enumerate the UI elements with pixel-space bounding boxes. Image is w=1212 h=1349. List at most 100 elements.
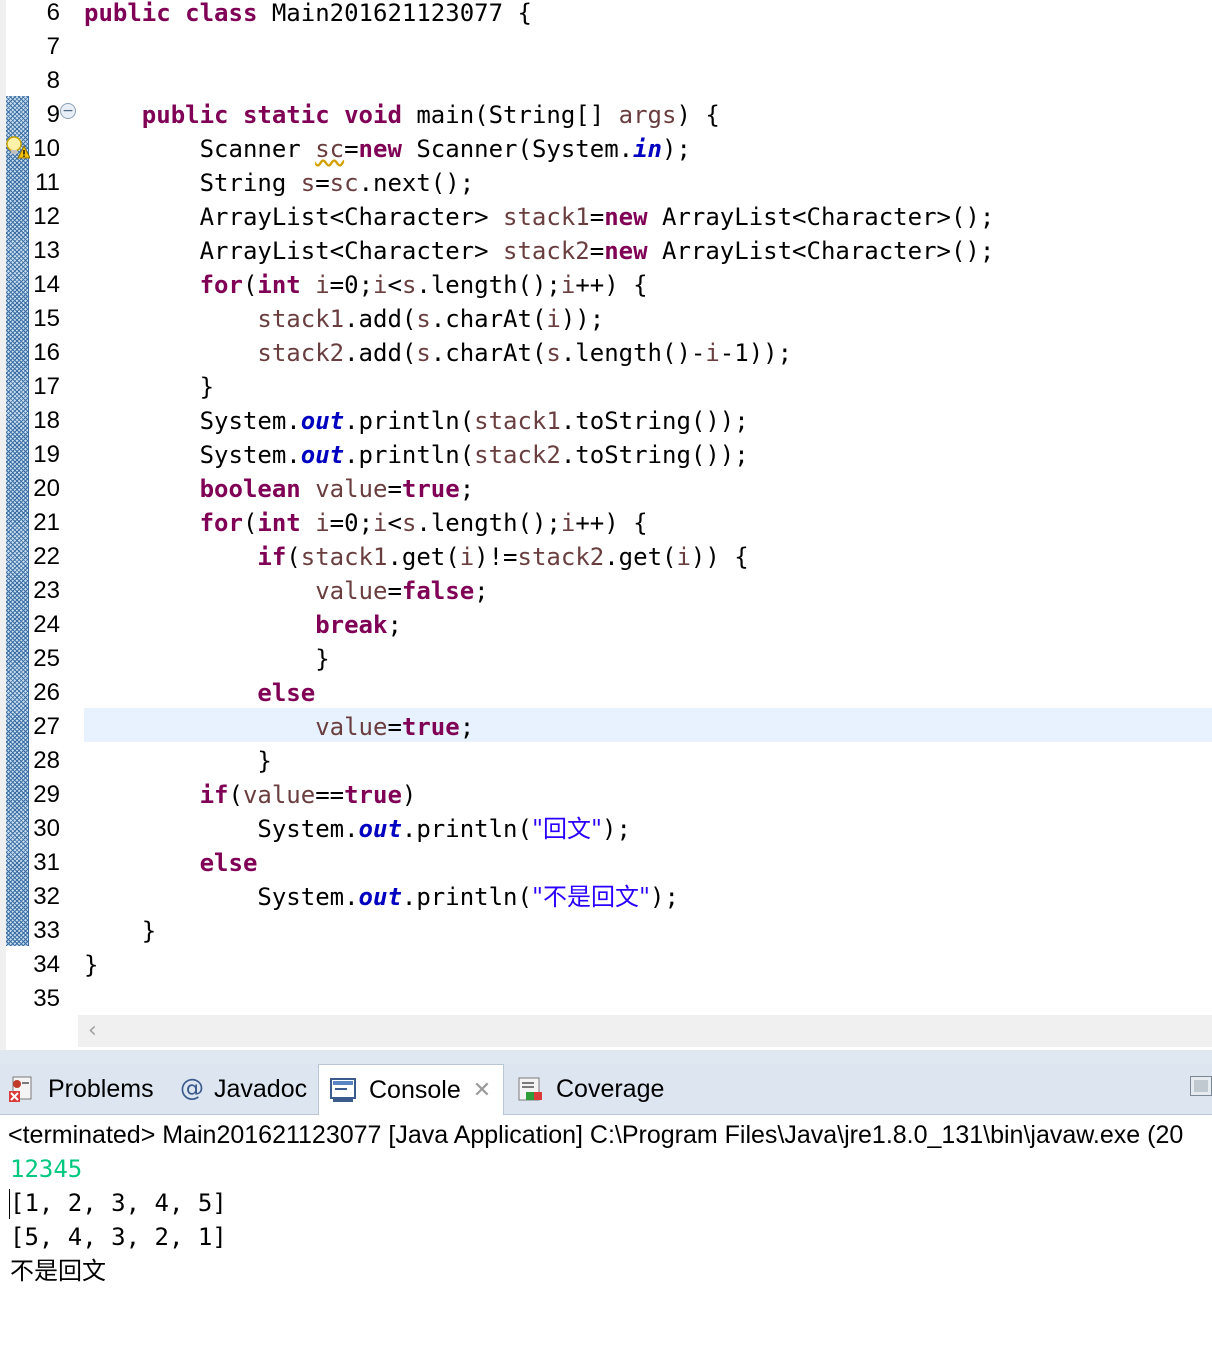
code-token: i — [546, 305, 561, 333]
code-token: .next(); — [358, 169, 475, 197]
code-token: .length()- — [560, 339, 706, 367]
line-number: 21 — [33, 509, 60, 536]
code-token: ( — [242, 509, 258, 537]
fold-collapse-icon[interactable]: − — [60, 103, 76, 119]
minimize-icon[interactable] — [1190, 1076, 1212, 1096]
code-token: i — [560, 509, 576, 537]
code-token: stack2 — [257, 339, 345, 367]
code-token: sc — [315, 135, 345, 163]
line-number: 15 — [33, 305, 60, 332]
code-token: break — [315, 611, 388, 639]
line-number: 35 — [33, 985, 60, 1012]
line-number: 7 — [46, 33, 60, 60]
code-line: public static void main(String[] args) { — [84, 98, 720, 132]
code-token: ) { — [676, 101, 720, 129]
code-line: Scanner sc=new Scanner(System.in); — [84, 132, 691, 166]
tab-problems-label: Problems — [48, 1074, 154, 1103]
code-token: ArrayList<Character> — [84, 237, 504, 265]
code-line: stack1.add(s.charAt(i)); — [84, 302, 604, 336]
code-line: for(int i=0;i<s.length();i++) { — [84, 268, 648, 302]
code-token: new — [604, 203, 648, 231]
line-number: 23 — [33, 577, 60, 604]
code-token: )) { — [690, 543, 749, 571]
code-token: ; — [387, 611, 402, 639]
tab-javadoc-label: Javadoc — [214, 1074, 308, 1103]
code-token: i — [315, 509, 330, 537]
code-token: i — [373, 509, 388, 537]
code-token: .println( — [401, 883, 532, 911]
line-number: 27 — [33, 713, 60, 740]
line-number: 34 — [33, 951, 60, 978]
code-line: System.out.println("回文"); — [84, 812, 631, 846]
code-token: .length(); — [416, 509, 561, 537]
code-line: value=false; — [84, 574, 488, 608]
code-token: System. — [84, 883, 359, 911]
line-number: 9 — [46, 101, 60, 128]
code-token: if — [199, 781, 229, 809]
code-token: if — [257, 543, 287, 571]
code-token: stack2 — [474, 441, 561, 469]
code-token: stack2 — [517, 543, 605, 571]
code-token: )!= — [474, 543, 518, 571]
code-token: = — [344, 135, 359, 163]
line-number: 17 — [33, 373, 60, 400]
code-line: else — [84, 846, 258, 880]
code-token: .charAt( — [430, 339, 547, 367]
code-token: stack1 — [474, 407, 561, 435]
code-token: i — [676, 543, 691, 571]
console-output-line: 不是回文 — [10, 1257, 106, 1285]
code-token: out — [300, 407, 345, 435]
code-token: new — [358, 135, 402, 163]
code-token: .add( — [344, 339, 417, 367]
code-token: = — [315, 169, 330, 197]
javadoc-icon: @ — [180, 1074, 204, 1102]
panel-separator[interactable] — [0, 1050, 1212, 1064]
tab-problems[interactable]: Problems — [8, 1064, 154, 1114]
code-token: ; — [459, 475, 475, 503]
line-number: 26 — [33, 679, 60, 706]
scroll-left-icon[interactable]: ‹ — [88, 1018, 97, 1043]
line-number: 29 — [33, 781, 60, 808]
code-line: for(int i=0;i<s.length();i++) { — [84, 506, 648, 540]
tab-javadoc[interactable]: @ Javadoc — [180, 1064, 307, 1114]
code-token: static — [242, 101, 330, 129]
code-token: out — [358, 815, 402, 843]
code-token: ArrayList<Character>(); — [647, 237, 995, 265]
console-status-text: <terminated> Main201621123077 [Java Appl… — [8, 1121, 1184, 1149]
code-token: i — [315, 271, 330, 299]
code-area[interactable]: public class Main201621123077 { public s… — [84, 0, 1212, 1015]
code-token: Scanner — [84, 135, 316, 163]
code-token: .length(); — [416, 271, 561, 299]
code-token: .get( — [387, 543, 460, 571]
line-number: 32 — [33, 883, 60, 910]
close-icon[interactable]: ✕ — [473, 1078, 491, 1103]
code-token: s — [416, 339, 431, 367]
code-token: } — [84, 645, 330, 673]
code-token: } — [84, 951, 99, 979]
code-token: == — [315, 781, 345, 809]
code-token: Main201621123077 { — [257, 0, 532, 27]
code-line: ArrayList<Character> stack2=new ArrayLis… — [84, 234, 995, 268]
code-token: } — [84, 747, 272, 775]
line-number: 13 — [33, 237, 60, 264]
code-token: < — [387, 271, 402, 299]
code-token: System. — [84, 815, 359, 843]
tab-console[interactable]: Console ✕ — [318, 1064, 504, 1115]
warning-lightbulb-icon[interactable] — [4, 134, 30, 160]
text-caret — [9, 1189, 10, 1219]
line-number: 8 — [46, 67, 60, 94]
code-token: s — [416, 305, 431, 333]
code-token: .toString()); — [560, 407, 749, 435]
code-token: .toString()); — [560, 441, 749, 469]
code-line: String s=sc.next(); — [84, 166, 475, 200]
tab-coverage[interactable]: Coverage — [516, 1064, 664, 1114]
line-number: 16 — [33, 339, 60, 366]
code-token: .println( — [401, 815, 532, 843]
horizontal-scrollbar[interactable] — [78, 1015, 1212, 1047]
